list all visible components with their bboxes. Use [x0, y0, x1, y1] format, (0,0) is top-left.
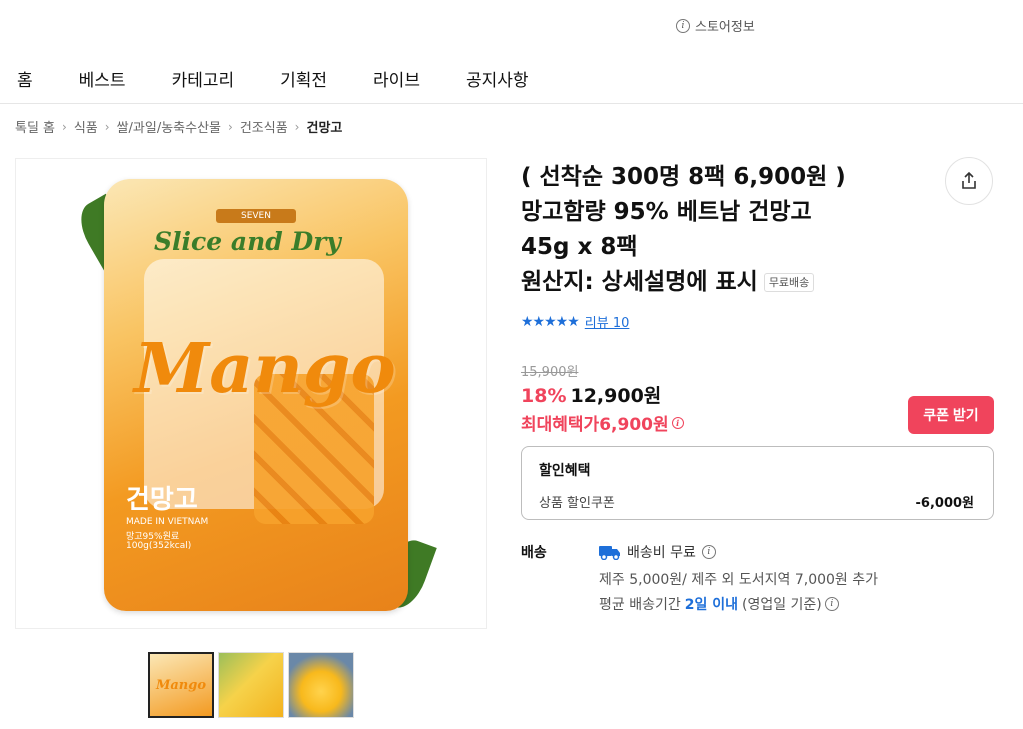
coupon-label: 상품 할인쿠폰 [539, 496, 615, 511]
review-link[interactable]: 리뷰 10 [585, 312, 630, 331]
thumbnail-label: Mango [155, 678, 207, 693]
shipping-average: 평균 배송기간 2일 이내 (영업일 기준) i [599, 594, 839, 614]
rating: ★★★★★ 리뷰 10 [521, 312, 630, 332]
info-icon[interactable]: i [671, 416, 684, 429]
store-info-label: 스토어정보 [695, 20, 755, 35]
nav-divider [0, 103, 1023, 104]
chevron-right-icon: › [62, 119, 67, 134]
chevron-right-icon: › [104, 119, 110, 134]
shipping-avg-days: 2일 이내 [684, 597, 738, 613]
share-button[interactable] [945, 157, 993, 205]
pouch-product-name: Mango [134, 329, 396, 409]
title-line: 망고함량 95% 베트남 건망고 [521, 199, 812, 225]
info-icon: i [676, 18, 690, 33]
breadcrumb-item[interactable]: 건조식품 [240, 117, 288, 136]
title-line: 원산지: 상세설명에 표시 [521, 269, 758, 295]
info-icon[interactable]: i [824, 597, 839, 611]
thumbnail-3[interactable] [288, 652, 354, 718]
pouch-korean-name: 건망고 [126, 485, 198, 515]
thumbnail-list: Mango [148, 652, 354, 718]
discount-benefits-box: 할인혜택 상품 할인쿠폰 -6,000원 [521, 446, 994, 520]
title-line: 45g x 8팩 [521, 234, 638, 260]
star-rating-icon: ★★★★★ [521, 313, 580, 330]
nav-item-notice[interactable]: 공지사항 [466, 66, 529, 91]
price-row: 18% 12,900원 [521, 381, 661, 408]
shipping-avg-suffix: (영업일 기준) [742, 597, 822, 613]
sale-price: 12,900원 [570, 385, 662, 407]
product-pouch: SEVEN Slice and Dry Mango 건망고 MADE IN VI… [104, 179, 408, 611]
shipping-fee-text: 배송비 무료 [627, 545, 696, 561]
pouch-weight: 100g(352kcal) [126, 541, 192, 551]
breadcrumb-current[interactable]: 건망고 [306, 117, 342, 136]
product-title: ( 선착순 300명 8팩 6,900원 ) 망고함량 95% 베트남 건망고 … [521, 160, 921, 300]
max-benefit-label: 최대혜택가 [521, 415, 600, 435]
discount-box-title: 할인혜택 [539, 463, 591, 479]
max-benefit-value: 6,900원 [599, 415, 669, 435]
title-line: ( 선착순 300명 8팩 6,900원 ) [521, 164, 846, 190]
store-info-link[interactable]: i 스토어정보 [676, 16, 755, 35]
chevron-right-icon: › [228, 119, 233, 134]
pouch-slogan: Slice and Dry [154, 227, 341, 256]
info-icon[interactable]: i [701, 545, 716, 559]
product-main-image[interactable]: SEVEN Slice and Dry Mango 건망고 MADE IN VI… [15, 158, 487, 629]
discount-rate: 18% [521, 385, 567, 407]
shipping-avg-prefix: 평균 배송기간 [599, 597, 681, 613]
nav-item-live[interactable]: 라이브 [373, 66, 420, 91]
nav-item-promotion[interactable]: 기획전 [280, 66, 327, 91]
shipping-fee: 배송비 무료 i [599, 542, 716, 562]
breadcrumb-item[interactable]: 식품 [74, 117, 98, 136]
pouch-origin: MADE IN VIETNAM [126, 517, 209, 527]
title-line-wrap: 원산지: 상세설명에 표시 무료배송 [521, 265, 921, 300]
chevron-right-icon: › [294, 119, 300, 134]
max-benefit-price: 최대혜택가 6,900원 i [521, 410, 684, 435]
pouch-brand: SEVEN [216, 209, 296, 223]
truck-icon [599, 546, 620, 560]
nav-item-category[interactable]: 카테고리 [172, 66, 235, 91]
nav-item-best[interactable]: 베스트 [79, 66, 126, 91]
shipping-label: 배송 [521, 545, 547, 561]
share-icon [962, 171, 976, 189]
nav-item-home[interactable]: 홈 [17, 66, 33, 91]
shipping-extra: 제주 5,000원/ 제주 외 도서지역 7,000원 추가 [599, 572, 879, 588]
thumbnail-1[interactable]: Mango [148, 652, 214, 718]
breadcrumb: 톡딜 홈 › 식품 › 쌀/과일/농축수산물 › 건조식품 › 건망고 [15, 117, 342, 137]
thumbnail-2[interactable] [218, 652, 284, 718]
free-shipping-badge: 무료배송 [763, 273, 815, 292]
breadcrumb-item[interactable]: 쌀/과일/농축수산물 [117, 117, 221, 136]
breadcrumb-item[interactable]: 톡딜 홈 [15, 117, 55, 136]
coupon-value: -6,000원 [915, 496, 974, 511]
get-coupon-button[interactable]: 쿠폰 받기 [908, 396, 994, 434]
main-nav: 홈 베스트 카테고리 기획전 라이브 공지사항 [17, 66, 575, 91]
original-price: 15,900원 [521, 365, 579, 380]
